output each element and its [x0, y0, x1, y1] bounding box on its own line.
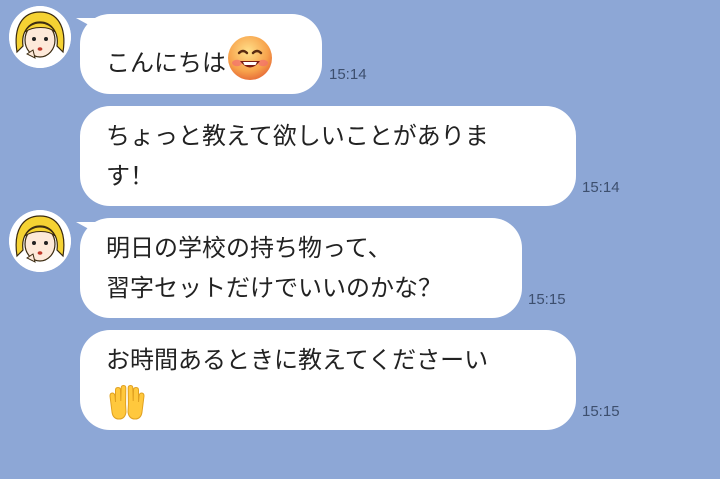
message-bubble[interactable]: 明日の学校の持ち物って、 習字セットだけでいいのかな？: [80, 218, 522, 318]
message-text-line-1: ちょっと教えて欲しいことがありま: [106, 122, 489, 150]
message-text-line-1: 明日の学校の持ち物って、: [106, 234, 392, 262]
message-time: 15:15: [582, 403, 620, 420]
message-text-line-1: お時間あるときに教えてくださーい: [106, 346, 489, 374]
avatar[interactable]: [9, 6, 71, 68]
girl-avatar-icon: [9, 210, 71, 272]
message-bubble[interactable]: ちょっと教えて欲しいことがありま す！: [80, 106, 576, 206]
girl-avatar-icon: [9, 6, 71, 68]
message-text: こんにちは: [106, 49, 226, 77]
message-bubble[interactable]: こんにちは: [80, 14, 322, 94]
message-time: 15:14: [582, 179, 620, 196]
message-bubble[interactable]: お時間あるときに教えてくださーい: [80, 330, 576, 430]
message-text-line-2: す！: [106, 162, 154, 190]
message-time: 15:15: [528, 291, 566, 308]
grinning-face-emoji: [226, 34, 274, 94]
message-time: 15:14: [329, 66, 367, 83]
avatar[interactable]: [9, 210, 71, 272]
raised-hands-emoji: [106, 380, 550, 424]
message-text-line-2: 習字セットだけでいいのかな？: [106, 274, 442, 302]
